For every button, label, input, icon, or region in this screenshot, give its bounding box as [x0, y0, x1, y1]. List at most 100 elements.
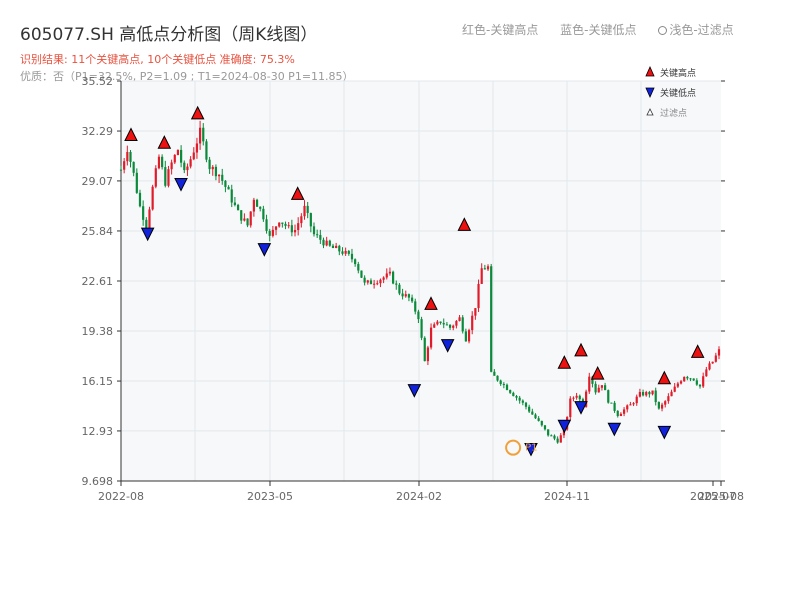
- candle-up: [297, 223, 300, 231]
- candle-up: [660, 404, 664, 409]
- candle-up: [474, 308, 477, 316]
- candle-down: [641, 392, 645, 396]
- candle-down: [306, 205, 309, 214]
- candle-down: [603, 385, 607, 391]
- candle-up: [151, 186, 154, 210]
- candle-up: [645, 392, 648, 396]
- candle-down: [312, 226, 316, 235]
- candle-down: [578, 395, 581, 400]
- candle-down: [654, 390, 657, 403]
- candle-down: [246, 218, 249, 226]
- candle-up: [664, 401, 667, 405]
- y-tick-label: 35.52: [82, 75, 114, 88]
- candle-up: [635, 396, 638, 404]
- candle-down: [442, 323, 445, 325]
- candle-down: [357, 264, 360, 271]
- candle-down: [290, 225, 293, 233]
- candle-up: [382, 277, 385, 280]
- candle-up: [404, 294, 407, 297]
- candle-up: [626, 405, 629, 410]
- candle-down: [132, 161, 135, 173]
- candle-up: [433, 324, 436, 328]
- candle-down: [392, 271, 395, 284]
- candle-down: [616, 410, 619, 417]
- candle-down: [224, 180, 227, 187]
- candle-up: [148, 209, 151, 229]
- candle-up: [597, 387, 600, 393]
- candle-down: [208, 159, 211, 170]
- candle-up: [670, 391, 673, 397]
- candle-down: [255, 199, 259, 207]
- candle-up: [287, 225, 290, 227]
- candle-up: [154, 168, 157, 187]
- candle-down: [341, 251, 344, 254]
- candle-down: [524, 402, 528, 407]
- candle-up: [252, 199, 255, 212]
- legend-label: 关键低点: [660, 87, 696, 99]
- candle-down: [233, 202, 237, 205]
- candle-down: [221, 174, 224, 181]
- candle-down: [284, 223, 287, 226]
- candle-down: [407, 294, 411, 298]
- candle-down: [230, 189, 233, 203]
- candle-up: [293, 230, 297, 233]
- y-tick-label: 16.15: [82, 375, 114, 388]
- candle-down: [214, 166, 218, 177]
- candle-up: [667, 396, 670, 402]
- candle-up: [477, 283, 480, 309]
- candle-up: [622, 409, 626, 414]
- y-tick-label: 32.29: [82, 125, 114, 138]
- candle-down: [240, 210, 243, 221]
- candle-down: [521, 400, 524, 403]
- p1-highlight-label: P1: [525, 443, 537, 454]
- candle-down: [410, 297, 414, 302]
- x-tick-label: 2022-08: [98, 490, 144, 503]
- candle-up: [619, 413, 623, 417]
- candle-down: [281, 222, 284, 224]
- candle-up: [199, 127, 202, 144]
- candle-down: [505, 384, 509, 391]
- candle-down: [369, 280, 373, 285]
- y-tick-label: 19.38: [82, 325, 114, 338]
- candle-down: [695, 380, 698, 385]
- candle-down: [553, 435, 556, 439]
- candle-up: [344, 250, 347, 254]
- candle-up: [249, 211, 252, 226]
- candle-up: [426, 347, 430, 362]
- candle-up: [480, 268, 483, 284]
- candle-up: [676, 383, 679, 387]
- legend-label: 过滤点: [660, 107, 687, 119]
- candle-down: [338, 245, 341, 252]
- candle-up: [717, 349, 721, 356]
- candle-up: [366, 280, 369, 283]
- candle-up: [176, 149, 180, 155]
- candle-down: [227, 186, 230, 190]
- candle-down: [354, 259, 357, 265]
- candle-down: [265, 219, 268, 231]
- candle-up: [170, 162, 173, 170]
- x-tick-label: 2023-05: [247, 490, 293, 503]
- candle-down: [490, 266, 493, 372]
- candle-down: [698, 384, 702, 387]
- candle-down: [417, 311, 420, 320]
- candle-down: [395, 283, 398, 285]
- candle-down: [464, 331, 467, 342]
- candle-up: [217, 174, 221, 177]
- candle-down: [518, 397, 521, 401]
- candle-down: [689, 378, 692, 380]
- candle-down: [401, 293, 404, 297]
- candle-down: [142, 206, 145, 220]
- candle-up: [471, 315, 474, 331]
- candle-down: [610, 402, 613, 404]
- candle-up: [486, 266, 490, 270]
- candle-down: [556, 438, 559, 443]
- y-tick-label: 25.84: [82, 225, 114, 238]
- y-tick-label: 29.07: [82, 175, 114, 188]
- candle-down: [499, 380, 502, 385]
- candle-down: [502, 384, 505, 386]
- candle-down: [496, 375, 499, 381]
- candle-down: [540, 420, 543, 426]
- candle-down: [129, 151, 132, 162]
- candle-down: [528, 406, 531, 412]
- candle-down: [534, 414, 537, 419]
